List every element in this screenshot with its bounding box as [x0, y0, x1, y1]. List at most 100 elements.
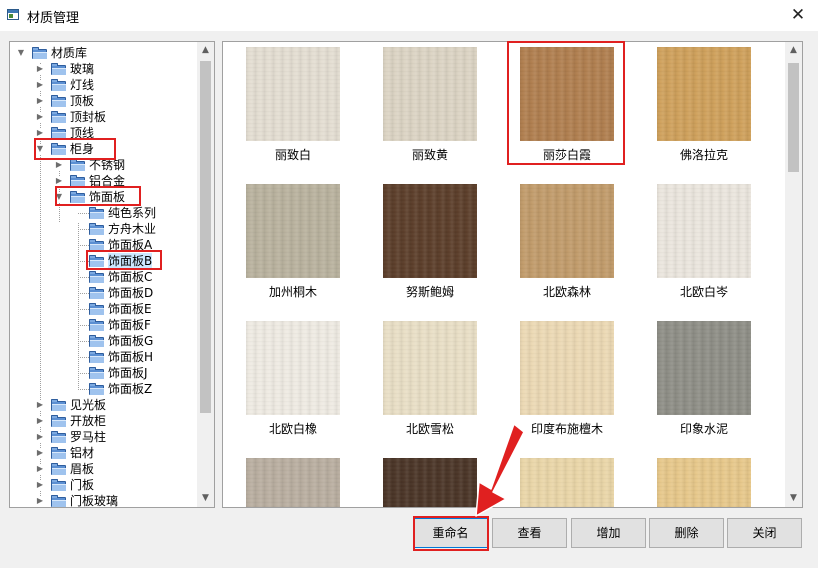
tree-item-label: 饰面板C: [108, 270, 153, 284]
tree-item[interactable]: 饰面板Z: [89, 381, 152, 397]
close-button[interactable]: 关闭: [727, 518, 802, 548]
view-button[interactable]: 查看: [492, 518, 567, 548]
tree-item[interactable]: 饰面板B: [89, 253, 153, 269]
tree-item[interactable]: 不锈钢: [70, 157, 125, 173]
tree-item[interactable]: 顶板: [51, 93, 94, 109]
folder-icon: [51, 431, 67, 443]
tree-item[interactable]: 门板玻璃: [51, 493, 118, 507]
chevron-right-icon[interactable]: ▶: [35, 112, 45, 122]
material-tile[interactable]: [519, 458, 615, 507]
scroll-up-arrow-icon[interactable]: ▲: [785, 42, 802, 59]
delete-button[interactable]: 删除: [649, 518, 724, 548]
folder-icon: [89, 207, 105, 219]
tree-item[interactable]: 玻璃: [51, 61, 94, 77]
tree-item[interactable]: 饰面板F: [89, 317, 151, 333]
scroll-down-arrow-icon[interactable]: ▼: [197, 490, 214, 507]
tree-item-label: 铝材: [70, 446, 95, 460]
tree-scrollbar[interactable]: ▲ ▼: [197, 42, 214, 507]
material-name: 努斯鲍姆: [405, 285, 454, 299]
tree-item[interactable]: 饰面板C: [89, 269, 152, 285]
material-name: 丽致黄: [411, 148, 448, 162]
folder-icon: [51, 479, 67, 491]
tree-item[interactable]: 见光板: [51, 397, 106, 413]
folder-icon: [51, 447, 67, 459]
tree-item[interactable]: 柜身: [51, 141, 94, 157]
scroll-thumb[interactable]: [788, 63, 799, 172]
tree-item[interactable]: 饰面板: [70, 189, 125, 205]
tree-connector-line: [78, 341, 89, 342]
folder-icon: [51, 463, 67, 475]
tree-item[interactable]: 饰面板D: [89, 285, 153, 301]
folder-icon: [89, 287, 105, 299]
tree-item[interactable]: 饰面板A: [89, 237, 152, 253]
tree-item[interactable]: 开放柜: [51, 413, 106, 429]
chevron-down-icon[interactable]: ▼: [54, 192, 64, 202]
chevron-right-icon[interactable]: ▶: [35, 448, 45, 458]
chevron-right-icon[interactable]: ▶: [35, 64, 45, 74]
material-tile[interactable]: 印象水泥: [656, 321, 752, 437]
chevron-right-icon[interactable]: ▶: [54, 160, 64, 170]
material-tile[interactable]: 印度布施檀木: [519, 321, 615, 437]
material-tile[interactable]: [245, 458, 341, 507]
tree-item[interactable]: 饰面板G: [89, 333, 153, 349]
tree-item[interactable]: 罗马柱: [51, 429, 106, 445]
material-tile[interactable]: 丽致白: [245, 47, 341, 163]
tree-item[interactable]: 饰面板J: [89, 365, 148, 381]
scroll-thumb[interactable]: [200, 61, 211, 413]
tree-item-label: 顶线: [70, 126, 95, 140]
tree-item[interactable]: 铝材: [51, 445, 94, 461]
tree-item[interactable]: 顶封板: [51, 109, 106, 125]
tree-item-label: 饰面板D: [108, 286, 154, 300]
tree-item[interactable]: 方舟木业: [89, 221, 156, 237]
chevron-down-icon[interactable]: ▼: [35, 144, 45, 154]
material-tile[interactable]: 北欧白岑: [656, 184, 752, 300]
chevron-right-icon[interactable]: ▶: [54, 176, 64, 186]
tree-item[interactable]: 门板: [51, 477, 94, 493]
chevron-down-icon[interactable]: ▼: [16, 48, 26, 58]
chevron-right-icon[interactable]: ▶: [35, 96, 45, 106]
material-tile[interactable]: [656, 458, 752, 507]
material-grid[interactable]: 丽致白 丽致黄 丽莎白霞 佛洛拉克加州桐木 努斯鲍姆 北欧森林 北欧白岑北欧白橡 北欧雪松 印度…: [222, 41, 803, 508]
tree-item[interactable]: 铝合金: [70, 173, 125, 189]
material-tile[interactable]: 佛洛拉克: [656, 47, 752, 163]
scroll-down-arrow-icon[interactable]: ▼: [785, 490, 802, 507]
material-tile[interactable]: 加州桐木: [245, 184, 341, 300]
tree-item[interactable]: 饰面板E: [89, 301, 152, 317]
tree-item[interactable]: 顶线: [51, 125, 94, 141]
chevron-right-icon[interactable]: ▶: [35, 464, 45, 474]
tree-item[interactable]: 饰面板H: [89, 349, 153, 365]
material-tile[interactable]: 丽莎白霞: [519, 47, 615, 163]
chevron-right-icon[interactable]: ▶: [35, 416, 45, 426]
grid-scrollbar[interactable]: ▲ ▼: [785, 42, 802, 507]
material-name: 北欧白橡: [268, 422, 317, 436]
material-tile[interactable]: 北欧森林: [519, 184, 615, 300]
folder-icon: [51, 143, 67, 155]
material-tile[interactable]: 北欧雪松: [382, 321, 478, 437]
tree-item-label: 见光板: [70, 398, 107, 412]
tree-item[interactable]: 纯色系列: [89, 205, 156, 221]
chevron-right-icon[interactable]: ▶: [35, 496, 45, 506]
rename-button[interactable]: 重命名: [413, 518, 488, 548]
chevron-right-icon[interactable]: ▶: [35, 400, 45, 410]
folder-icon: [51, 79, 67, 91]
tree-connector-line: [78, 213, 89, 214]
scroll-up-arrow-icon[interactable]: ▲: [197, 42, 214, 59]
chevron-right-icon[interactable]: ▶: [35, 480, 45, 490]
chevron-right-icon[interactable]: ▶: [35, 432, 45, 442]
tree-item-label: 饰面板H: [108, 350, 154, 364]
close-window-button[interactable]: ✕: [786, 2, 810, 28]
material-name: 丽致白: [274, 148, 311, 162]
material-tile[interactable]: [382, 458, 478, 507]
material-tree[interactable]: ▼ 材质库 ▶ 玻璃 ▶ 灯线 ▶ 顶板 ▶ 顶封板 ▶ 顶线 ▼ 柜身 ▶ 不锈钢 ▶ 铝合金 ▼ 饰面板 纯色系列方…: [9, 41, 215, 508]
tree-item[interactable]: 眉板: [51, 461, 94, 477]
add-button[interactable]: 增加: [571, 518, 646, 548]
material-tile[interactable]: 努斯鲍姆: [382, 184, 478, 300]
material-tile[interactable]: 北欧白橡: [245, 321, 341, 437]
tree-item[interactable]: 材质库: [32, 45, 87, 61]
tree-item[interactable]: 灯线: [51, 77, 94, 93]
chevron-right-icon[interactable]: ▶: [35, 80, 45, 90]
folder-icon: [89, 351, 105, 363]
material-tile[interactable]: 丽致黄: [382, 47, 478, 163]
folder-icon: [51, 111, 67, 123]
chevron-right-icon[interactable]: ▶: [35, 128, 45, 138]
